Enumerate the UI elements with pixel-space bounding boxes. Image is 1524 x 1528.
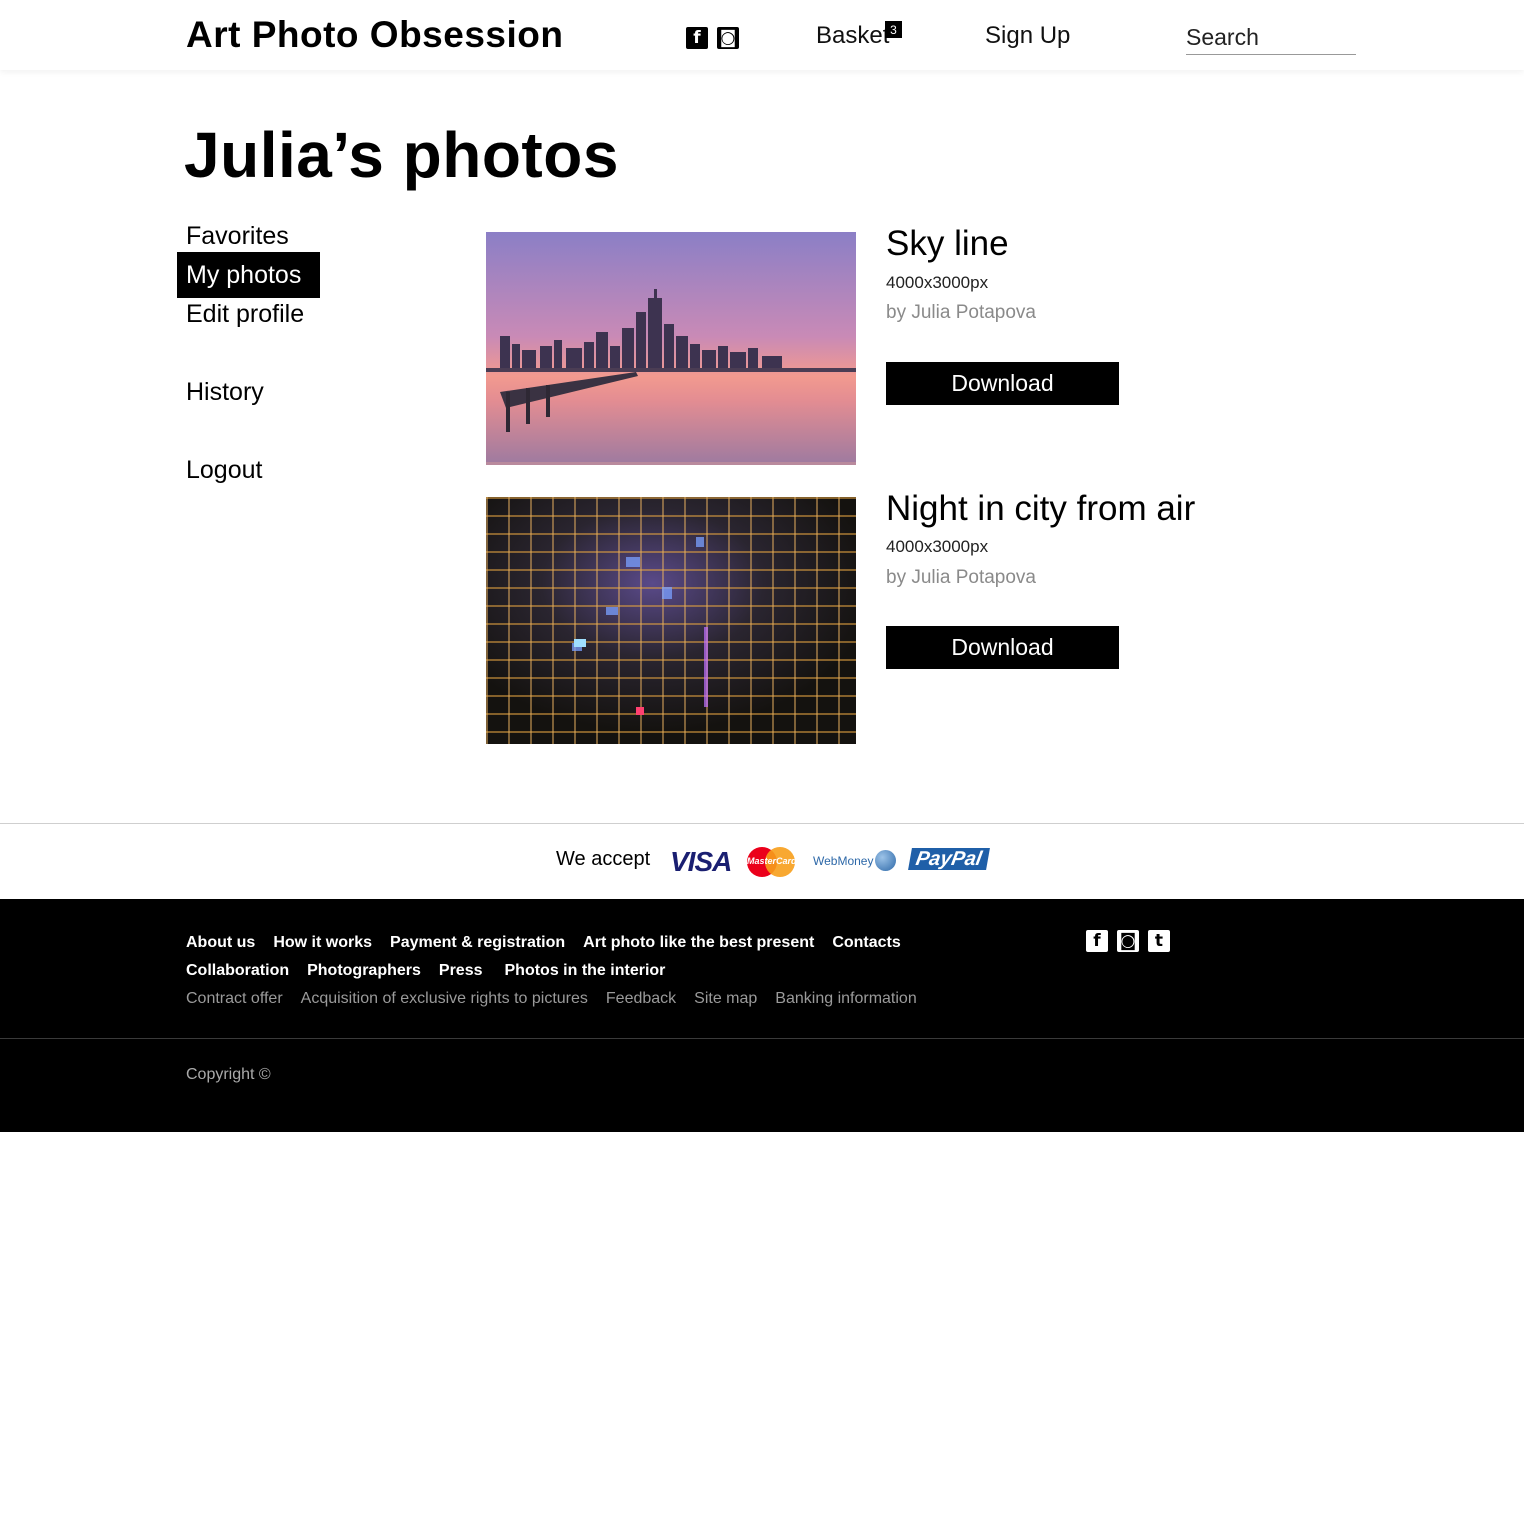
site-logo[interactable]: Art Photo Obsession <box>186 14 563 56</box>
photo-title: Sky line <box>886 224 1009 263</box>
footer-link-press[interactable]: Press <box>439 962 483 980</box>
footer-link-photos-interior[interactable]: Photos in the interior <box>505 962 666 980</box>
webmoney-logo: WebMoney <box>813 854 874 868</box>
footer-social-links: f ◙ t <box>1086 930 1170 952</box>
photo-thumbnail-skyline[interactable] <box>486 232 856 465</box>
footer-link-about-us[interactable]: About us <box>186 934 255 952</box>
download-button[interactable]: Download <box>886 362 1119 405</box>
photo-thumbnail-night-city[interactable] <box>486 497 856 744</box>
webmoney-globe-icon <box>875 850 896 871</box>
sidebar-item-history[interactable]: History <box>177 369 273 415</box>
download-button[interactable]: Download <box>886 626 1119 669</box>
header-social-links: f ◙ <box>686 27 739 49</box>
photo-resolution: 4000x3000px <box>886 537 989 556</box>
footer-link-how-it-works[interactable]: How it works <box>273 934 372 952</box>
footer-link-payment-registration[interactable]: Payment & registration <box>390 934 565 952</box>
paypal-logo: PayPal <box>908 848 990 870</box>
photo-author: by Julia Potapova <box>886 302 1036 323</box>
photo-author: by Julia Potapova <box>886 567 1036 588</box>
search-input[interactable] <box>1186 20 1356 55</box>
footer-link-best-present[interactable]: Art photo like the best present <box>583 934 814 952</box>
site-footer: About us How it works Payment & registra… <box>0 899 1524 1132</box>
footer-links-primary: About us How it works Payment & registra… <box>186 934 919 952</box>
sidebar-item-edit-profile[interactable]: Edit profile <box>177 291 313 337</box>
footer-link-contract-offer[interactable]: Contract offer <box>186 990 283 1008</box>
photo-title: Night in city from air <box>886 489 1196 528</box>
facebook-icon[interactable]: f <box>686 27 708 49</box>
we-accept-label: We accept <box>556 848 651 870</box>
footer-link-site-map[interactable]: Site map <box>694 990 757 1008</box>
footer-links-tertiary: Contract offer Acquisition of exclusive … <box>186 990 935 1008</box>
copyright-text: Copyright © <box>186 1066 271 1083</box>
footer-link-photographers[interactable]: Photographers <box>307 962 421 980</box>
footer-link-banking-information[interactable]: Banking information <box>775 990 916 1008</box>
footer-link-exclusive-rights[interactable]: Acquisition of exclusive rights to pictu… <box>301 990 588 1008</box>
tumblr-icon[interactable]: t <box>1148 930 1170 952</box>
visa-logo: VISA <box>670 846 732 877</box>
photo-resolution: 4000x3000px <box>886 273 989 292</box>
footer-links-secondary: Collaboration Photographers Press Photos… <box>186 962 683 980</box>
payment-methods-strip: We accept VISA MasterCard WebMoney PayPa… <box>0 823 1524 900</box>
footer-link-contacts[interactable]: Contacts <box>832 934 900 952</box>
footer-divider <box>0 1038 1524 1039</box>
instagram-icon[interactable]: ◙ <box>717 27 739 49</box>
page-title: Julia’s photos <box>184 119 619 191</box>
basket-count-badge: 3 <box>885 21 902 38</box>
basket-link[interactable]: Basket <box>816 22 889 50</box>
sign-up-link[interactable]: Sign Up <box>985 22 1070 50</box>
sidebar-item-logout[interactable]: Logout <box>177 447 271 493</box>
footer-link-feedback[interactable]: Feedback <box>606 990 676 1008</box>
facebook-icon[interactable]: f <box>1086 930 1108 952</box>
site-header: Art Photo Obsession f ◙ Basket 3 Sign Up <box>0 0 1524 70</box>
mastercard-logo: MasterCard <box>747 847 797 877</box>
instagram-icon[interactable]: ◙ <box>1117 930 1139 952</box>
footer-link-collaboration[interactable]: Collaboration <box>186 962 289 980</box>
